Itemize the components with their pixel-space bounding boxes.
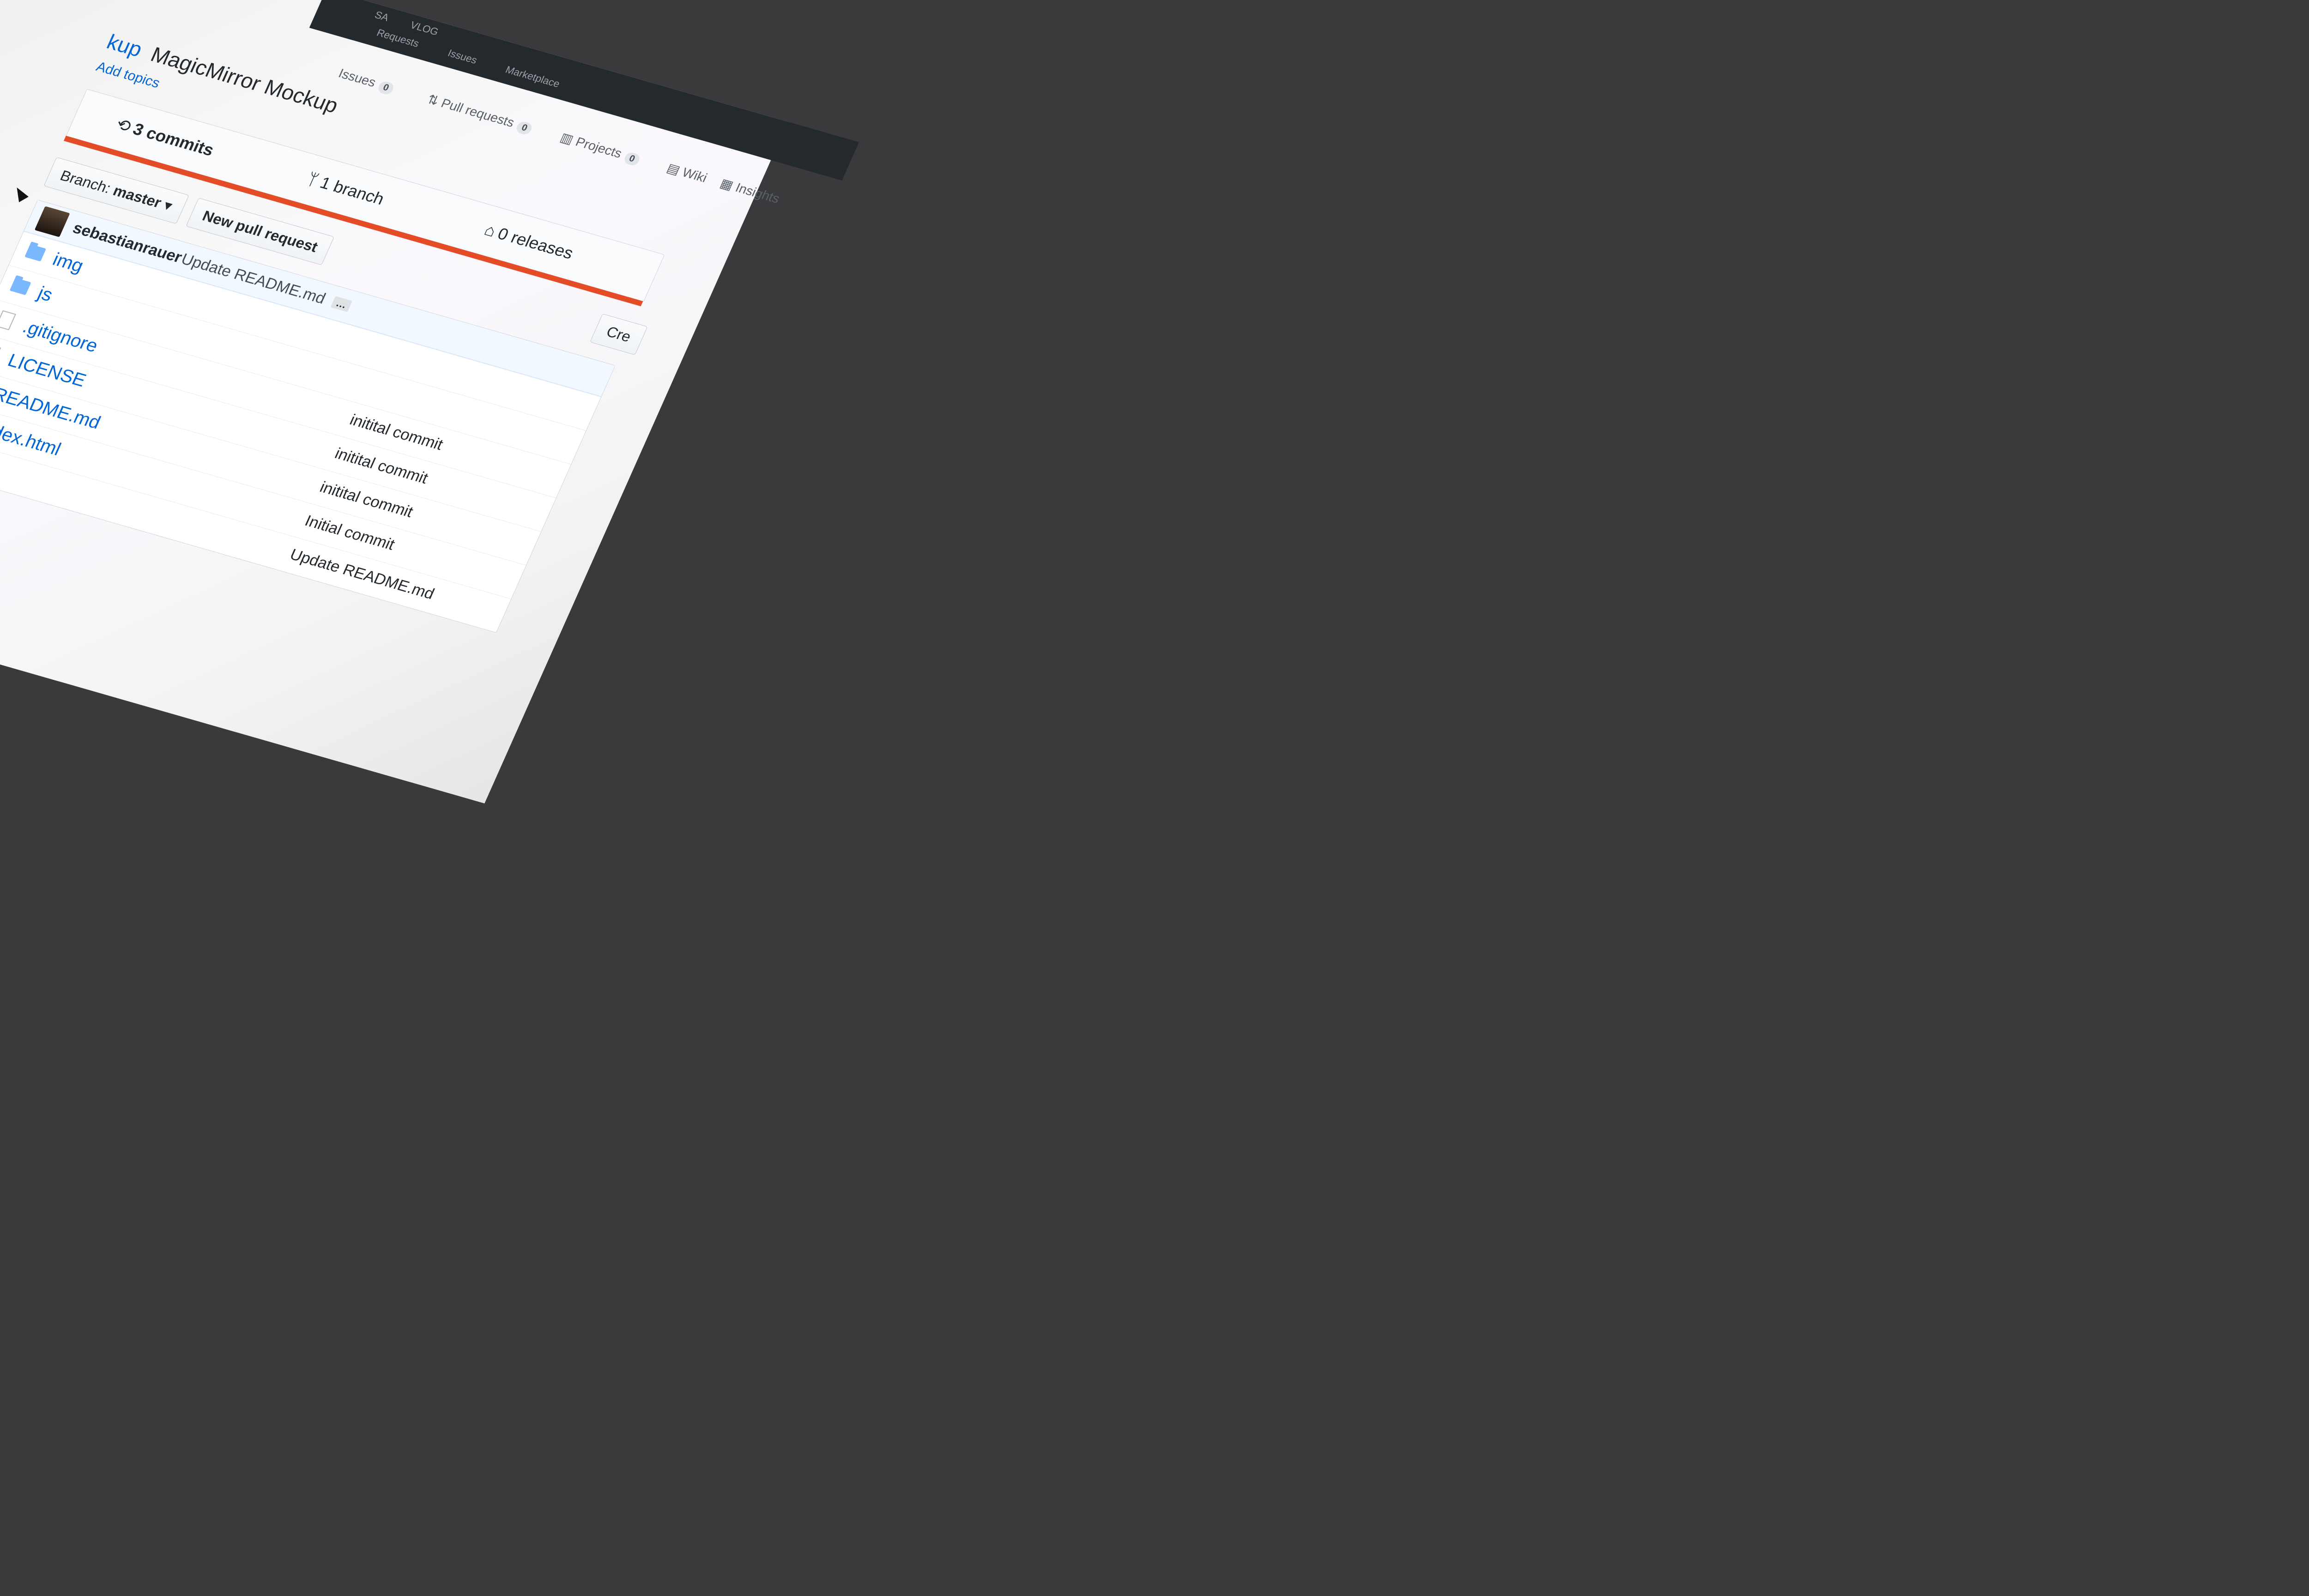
graph-icon: ▦ (718, 175, 736, 193)
bookmark-vlog[interactable]: VLOG (408, 19, 441, 38)
commit-expand-button[interactable]: … (330, 296, 352, 312)
file-icon (0, 310, 16, 331)
tab-issues[interactable]: Issues 0 (336, 66, 397, 96)
bookmark-sa[interactable]: SA (373, 9, 391, 24)
create-new-file-button[interactable]: Cre (590, 314, 648, 355)
releases-count: 0 releases (495, 224, 577, 263)
tab-pull-requests-label: Pull requests (439, 96, 517, 130)
folder-icon (24, 244, 47, 262)
releases-link[interactable]: ⌂0 releases (482, 220, 577, 263)
tab-issues-count: 0 (376, 80, 396, 96)
branch-prefix: Branch: (57, 167, 114, 197)
tab-projects-label: Projects (573, 134, 624, 161)
folder-icon (9, 278, 31, 296)
header-link-marketplace[interactable]: Marketplace (503, 64, 562, 90)
file-icon (0, 344, 1, 364)
tab-pull-requests-count: 0 (514, 120, 534, 136)
commits-link[interactable]: ⟲3 commits (113, 115, 217, 160)
tab-projects-count: 0 (622, 151, 641, 167)
file-name-link[interactable]: img (49, 249, 87, 277)
tab-wiki[interactable]: ▤Wiki (665, 160, 710, 186)
avatar[interactable] (34, 206, 70, 237)
project-icon: ▥ (558, 130, 576, 147)
tab-insights-label: Insights (733, 180, 782, 206)
commits-count: 3 commits (130, 119, 217, 160)
tab-insights[interactable]: ▦Insights (718, 175, 782, 206)
tab-pull-requests[interactable]: ⇅Pull requests 0 (424, 91, 535, 136)
tab-projects[interactable]: ▥Projects 0 (558, 130, 643, 167)
branch-name: master (110, 182, 164, 211)
caret-down-icon: ▾ (161, 196, 175, 214)
branches-link[interactable]: ᛘ1 branch (304, 169, 387, 209)
header-link-issues[interactable]: Issues (446, 47, 479, 66)
pull-request-icon: ⇅ (425, 92, 441, 109)
browser-screen: Requests Issues Marketplace SA VLOG kup … (0, 0, 859, 804)
repo-owner-link[interactable]: kup (103, 30, 146, 61)
file-name-link[interactable]: js (35, 283, 56, 306)
repo-name[interactable]: MagicMirror Mockup (147, 42, 342, 117)
tab-wiki-label: Wiki (680, 165, 710, 185)
tab-issues-label: Issues (336, 66, 379, 90)
book-icon: ▤ (665, 160, 683, 177)
branches-count: 1 branch (317, 173, 387, 209)
